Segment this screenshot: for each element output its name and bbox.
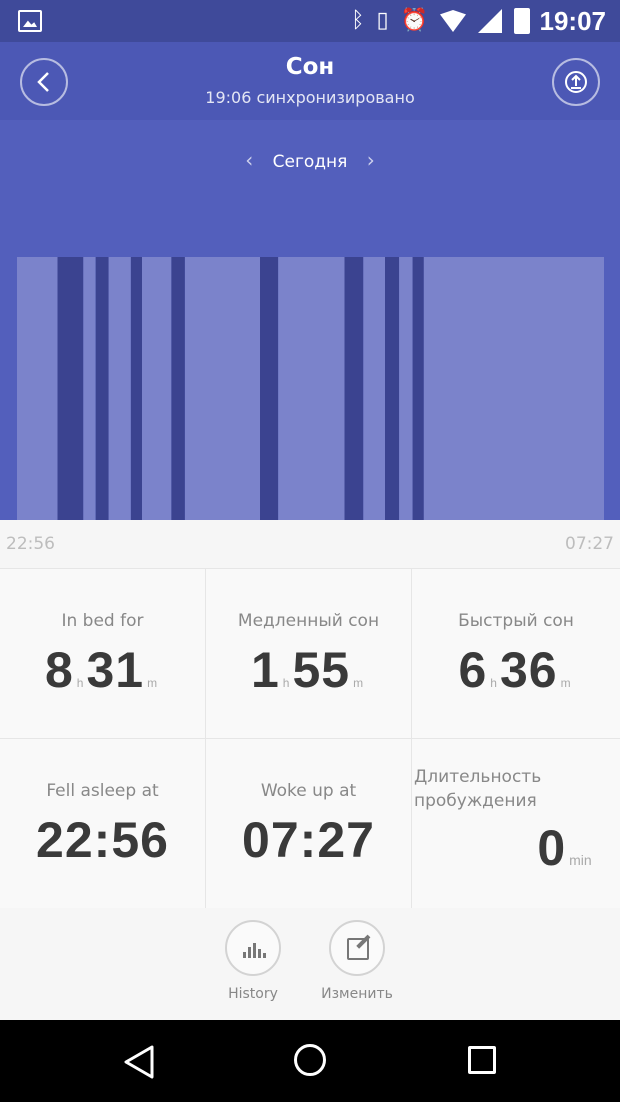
stat-deep-sleep: Медленный сон 1 h55 m xyxy=(206,569,412,739)
sleep-segment-deep xyxy=(130,257,143,520)
stat-label: Fell asleep at xyxy=(46,781,159,801)
sleep-chart xyxy=(17,257,604,520)
axis-start-time: 22:56 xyxy=(6,534,55,554)
stat-in-bed: In bed for 8 h31 m xyxy=(0,569,206,739)
date-navigator: ‹ Сегодня › xyxy=(0,148,620,172)
sleep-segment-light xyxy=(399,257,413,520)
sleep-chart-area: ‹ Сегодня › xyxy=(0,120,620,520)
sleep-segment-light xyxy=(423,257,604,520)
minutes-value: 36 xyxy=(499,642,558,698)
minutes-value: 55 xyxy=(292,642,351,698)
sleep-segment-light xyxy=(278,257,345,520)
stat-label: Быстрый сон xyxy=(458,611,574,631)
history-ring[interactable] xyxy=(225,920,281,976)
status-bar: ᛒ ▯ ⏰ 19:07 xyxy=(0,0,620,42)
awake-value: 0 xyxy=(537,820,567,876)
next-day-button[interactable]: › xyxy=(353,148,389,172)
stat-fell-asleep: Fell asleep at 22:56 xyxy=(0,739,206,909)
app-header: Сон 19:06 синхронизировано xyxy=(0,42,620,120)
date-label: Сегодня xyxy=(272,152,348,172)
time-axis: 22:56 07:27 xyxy=(0,520,620,568)
gallery-icon xyxy=(18,10,42,32)
stat-value: 22:56 xyxy=(0,811,205,869)
sleep-segment-deep xyxy=(57,257,84,520)
hours-value: 1 xyxy=(250,642,280,698)
page-title: Сон xyxy=(285,54,335,80)
stats-grid: In bed for 8 h31 m Медленный сон 1 h55 m Быс… xyxy=(0,568,620,909)
sleep-segment-deep xyxy=(344,257,364,520)
hours-unit: h xyxy=(76,676,84,690)
stat-value: 8 h31 m xyxy=(0,641,205,699)
system-nav-bar xyxy=(0,1020,620,1102)
sync-status: 19:06 синхронизировано xyxy=(205,88,415,107)
alarm-icon: ⏰ xyxy=(400,8,428,33)
stat-woke-up: Woke up at 07:27 xyxy=(206,739,412,909)
upload-icon xyxy=(565,71,587,93)
home-circle-icon[interactable] xyxy=(294,1044,326,1076)
stat-value: 07:27 xyxy=(206,811,411,869)
sleep-segment-deep xyxy=(412,257,424,520)
share-button[interactable] xyxy=(552,58,600,106)
bluetooth-icon: ᛒ xyxy=(351,8,365,33)
minutes-value: 31 xyxy=(86,642,145,698)
stat-awake: Длительность пробуждения 0 min xyxy=(412,739,620,909)
hours-unit: h xyxy=(282,676,290,690)
stat-value: 1 h55 m xyxy=(206,641,411,699)
bar-chart-icon xyxy=(243,940,266,958)
stat-label: Медленный сон xyxy=(237,611,380,631)
minutes-unit: m xyxy=(147,676,158,690)
back-triangle-icon[interactable] xyxy=(122,1044,156,1080)
hours-unit: h xyxy=(490,676,497,690)
status-icons: ᛒ ▯ ⏰ xyxy=(351,7,530,35)
sleep-segment-light xyxy=(363,257,385,520)
sleep-segment-light xyxy=(108,257,131,520)
hours-value: 6 xyxy=(458,642,488,698)
action-bar: History Изменить xyxy=(0,908,620,1020)
edit-button[interactable]: Изменить xyxy=(302,920,412,1002)
awake-unit: min xyxy=(569,852,592,868)
stat-label: Woke up at xyxy=(260,781,357,801)
sleep-segment-light xyxy=(184,257,260,520)
stat-value: 0 min xyxy=(462,819,620,877)
status-time: 19:07 xyxy=(539,6,607,36)
sleep-segment-deep xyxy=(260,257,279,520)
sleep-segment-light xyxy=(17,257,58,520)
minutes-unit: m xyxy=(353,676,364,690)
sleep-segment-light xyxy=(142,257,172,520)
sleep-segment-deep xyxy=(171,257,185,520)
edit-ring[interactable] xyxy=(329,920,385,976)
prev-day-button[interactable]: ‹ xyxy=(231,148,267,172)
sleep-segment-deep xyxy=(385,257,400,520)
edit-icon xyxy=(347,938,369,960)
stat-label: Длительность пробуждения xyxy=(414,767,542,811)
edit-label: Изменить xyxy=(321,986,393,1002)
cell-signal-icon xyxy=(478,9,502,33)
history-label: History xyxy=(228,986,278,1002)
history-button[interactable]: History xyxy=(198,920,308,1002)
minutes-unit: m xyxy=(560,676,571,690)
stat-label: In bed for xyxy=(61,611,144,631)
time-value: 22:56 xyxy=(36,812,169,868)
hours-value: 8 xyxy=(44,642,74,698)
recent-square-icon[interactable] xyxy=(468,1046,496,1074)
stat-light-sleep: Быстрый сон 6 h36 m xyxy=(412,569,620,739)
sleep-segment-light xyxy=(83,257,96,520)
battery-icon xyxy=(514,8,530,34)
sleep-segment-deep xyxy=(95,257,109,520)
stat-value: 6 h36 m xyxy=(412,641,620,699)
axis-end-time: 07:27 xyxy=(565,534,614,554)
vibrate-icon: ▯ xyxy=(376,8,389,33)
wifi-icon xyxy=(440,10,466,32)
time-value: 07:27 xyxy=(242,812,375,868)
